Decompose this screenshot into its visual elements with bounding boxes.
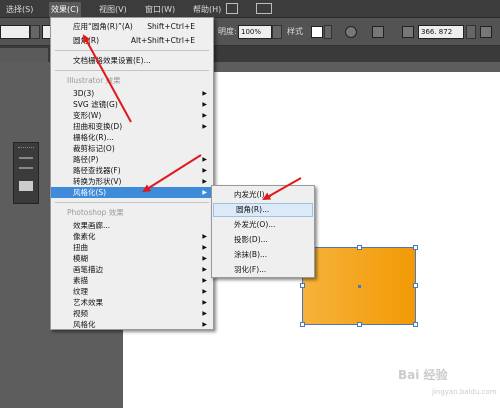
menu-item-crop-marks[interactable]: 裁剪标记(O) [51,143,213,154]
resize-handle-bl[interactable] [300,322,305,327]
submenu-arrow-icon: ▶ [202,244,207,251]
illustrator-window: 选择(S) 效果(C) 视图(V) 窗口(W) 帮助(H) 明度: 100% 样… [0,0,500,408]
illustrator-effects-header: Illustrator 效果 [67,76,121,85]
menu-item-3d[interactable]: 3D(3) ▶ [51,88,213,99]
menu-item-distort-transform[interactable]: 扭曲和变换(D) ▶ [51,121,213,132]
menu-item-sketch[interactable]: 素描 ▶ [51,275,213,286]
resize-handle-bottom[interactable] [357,322,362,327]
menu-item-warp[interactable]: 变形(W) ▶ [51,110,213,121]
opacity-input[interactable]: 100% [238,25,272,39]
menu-separator [55,50,209,51]
shortcut-text: Alt+Shift+Ctrl+E [130,36,195,45]
menu-item-video[interactable]: 视频 ▶ [51,308,213,319]
menu-item-path[interactable]: 路径(P) ▶ [51,154,213,165]
collapsed-panel-dock[interactable] [13,142,39,204]
submenu-arrow-icon: ▶ [202,255,207,262]
resize-handle-top[interactable] [357,245,362,250]
submenu-arrow-icon: ▶ [202,123,207,130]
submenu-arrow-icon: ▶ [202,178,207,185]
submenu-arrow-icon: ▶ [202,167,207,174]
menu-effect[interactable]: 效果(C) [49,2,81,17]
menu-item-effect-gallery[interactable]: 效果画廊... [51,220,213,231]
layers-panel-icon[interactable] [19,157,33,169]
recolor-icon[interactable] [345,26,357,38]
submenu-arrow-icon: ▶ [202,277,207,284]
menu-select[interactable]: 选择(S) [4,3,35,16]
menu-item-rasterize[interactable]: 栅格化(R)... [51,132,213,143]
submenu-arrow-icon: ▶ [202,310,207,317]
effect-menu: 应用“圆角(R)”(A) Shift+Ctrl+E 圆角(R) Alt+Shif… [50,17,214,330]
menu-help[interactable]: 帮助(H) [191,3,223,16]
submenu-arrow-icon: ▶ [202,189,207,196]
resize-handle-right[interactable] [413,283,418,288]
menu-item-artistic[interactable]: 艺术效果 ▶ [51,297,213,308]
shortcut-text: Shift+Ctrl+E [147,22,195,31]
menu-window[interactable]: 窗口(W) [143,3,177,16]
resize-handle-left[interactable] [300,283,305,288]
submenu-arrow-icon: ▶ [202,266,207,273]
resize-handle-tr[interactable] [413,245,418,250]
bridge-icon[interactable] [226,3,238,14]
menu-item-ps-distort[interactable]: 扭曲 ▶ [51,242,213,253]
resize-handle-br[interactable] [413,322,418,327]
center-point [358,285,361,288]
menu-item-stylize[interactable]: 风格化(S) ▶ [51,187,213,198]
menu-item-svg-filters[interactable]: SVG 滤镜(G) ▶ [51,99,213,110]
stroke-dropdown-button[interactable] [30,25,40,39]
submenu-arrow-icon: ▶ [202,288,207,295]
transform-icon[interactable] [402,26,414,38]
submenu-item-round-corners[interactable]: 圆角(R)... [213,203,313,217]
menu-item-pathfinder[interactable]: 路径查找器(F) ▶ [51,165,213,176]
appearance-panel-icon[interactable] [19,181,33,191]
photoshop-effects-header: Photoshop 效果 [67,208,124,217]
submenu-arrow-icon: ▶ [202,90,207,97]
menu-item-pixelate[interactable]: 像素化 ▶ [51,231,213,242]
menu-item-texture[interactable]: 纹理 ▶ [51,286,213,297]
menu-separator [55,70,209,71]
menu-item-blur[interactable]: 模糊 ▶ [51,253,213,264]
align-icon[interactable] [372,26,384,38]
menu-item-convert-to-shape[interactable]: 转换为形状(V) ▶ [51,176,213,187]
watermark-url: jingyan.baidu.com [432,388,497,396]
style-dropdown-button[interactable] [324,25,332,39]
document-tab[interactable] [0,48,48,62]
graphic-style-swatch[interactable] [311,26,323,38]
menu-item-ps-stylize[interactable]: 风格化 ▶ [51,319,213,329]
menu-item-apply-last-effect[interactable]: 应用“圆角(R)”(A) Shift+Ctrl+E [51,21,213,32]
submenu-arrow-icon: ▶ [202,233,207,240]
submenu-item-inner-glow[interactable]: 内发光(I)... [212,188,314,202]
menu-view[interactable]: 视图(V) [97,3,129,16]
menu-separator [55,202,209,203]
x-stepper-button[interactable] [466,25,476,39]
selected-rectangle[interactable] [300,245,418,327]
stylize-submenu: 内发光(I)... 圆角(R)... 外发光(O)... 投影(D)... 涂抹… [211,185,315,278]
opacity-dropdown-button[interactable] [272,25,282,39]
more-options-icon[interactable] [480,26,492,38]
menu-item-raster-settings[interactable]: 文档栅格效果设置(E)... [51,55,213,66]
submenu-item-scribble[interactable]: 涂抹(B)... [212,248,314,262]
panel-grip[interactable] [18,147,34,150]
submenu-arrow-icon: ▶ [202,156,207,163]
menu-item-brush-strokes[interactable]: 画笔描边 ▶ [51,264,213,275]
submenu-arrow-icon: ▶ [202,101,207,108]
x-coordinate-input[interactable]: 366. 872 [418,25,464,39]
submenu-arrow-icon: ▶ [202,112,207,119]
watermark: Bai 经验 [398,368,448,382]
menu-item-last-effect[interactable]: 圆角(R) Alt+Shift+Ctrl+E [51,35,213,46]
stroke-weight-field[interactable] [0,25,30,39]
style-label: 样式 [287,27,303,36]
arrange-documents-icon[interactable] [256,3,272,14]
submenu-item-outer-glow[interactable]: 外发光(O)... [212,218,314,232]
opacity-label: 明度: [218,27,237,36]
menu-bar: 选择(S) 效果(C) 视图(V) 窗口(W) 帮助(H) [0,0,500,18]
submenu-arrow-icon: ▶ [202,321,207,328]
submenu-item-drop-shadow[interactable]: 投影(D)... [212,233,314,247]
submenu-item-feather[interactable]: 羽化(F)... [212,263,314,277]
submenu-arrow-icon: ▶ [202,299,207,306]
